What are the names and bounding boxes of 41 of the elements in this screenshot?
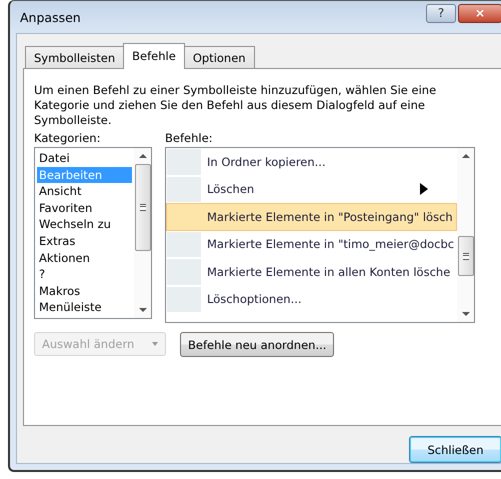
submenu-arrow-icon <box>420 183 428 196</box>
category-item[interactable]: Aktionen <box>37 250 132 266</box>
command-label: Markierte Elemente in "Posteingang" lösch <box>206 210 453 224</box>
category-item[interactable]: Makros <box>37 282 132 300</box>
category-item[interactable]: Extras <box>37 232 132 250</box>
commands-label: Befehle: <box>165 131 214 145</box>
grip-icon <box>462 252 468 260</box>
rearrange-commands-button[interactable]: Befehle neu anordnen... <box>180 332 334 357</box>
dropdown-arrow-icon <box>152 342 158 346</box>
command-label: Markierte Elemente in allen Konten lösche <box>206 264 450 279</box>
category-item[interactable]: ? <box>37 266 132 283</box>
category-item[interactable]: Menüleiste <box>37 299 132 316</box>
scrollbar[interactable] <box>457 148 474 322</box>
categories-label: Kategorien: <box>34 131 102 145</box>
command-label: Markierte Elemente in "timo_meier@docbc <box>206 237 454 252</box>
scroll-down-icon[interactable] <box>138 308 146 312</box>
command-label: Löschoptionen... <box>206 292 302 306</box>
command-item[interactable]: Löschen <box>166 176 457 203</box>
scroll-down-icon[interactable] <box>462 312 470 316</box>
help-button[interactable]: ? <box>426 4 456 22</box>
command-item[interactable]: Markierte Elemente in allen Konten lösche <box>166 258 457 286</box>
scrollbar[interactable] <box>134 148 151 318</box>
command-item[interactable]: Markierte Elemente in "timo_meier@docbc <box>166 230 457 258</box>
command-item[interactable]: In Ordner kopieren... <box>166 148 457 176</box>
description-text: Um einen Befehl zu einer Symbolleiste hinzuzufügen, wählen Sie eine Kategorie und ziehen Sie den Befehl aus diesem Dialogfeld auf eine Symbolleiste. <box>34 83 438 128</box>
grip-icon <box>140 204 146 211</box>
command-label: Löschen <box>206 182 254 196</box>
tab[interactable]: Symbolleisten <box>25 46 124 68</box>
category-item[interactable]: Wechseln zu <box>37 216 132 233</box>
command-label: In Ordner kopieren... <box>206 154 326 169</box>
category-item[interactable]: Datei <box>37 150 132 167</box>
tab[interactable]: Befehle <box>123 43 185 69</box>
scroll-up-icon[interactable] <box>138 154 146 158</box>
command-item[interactable]: Löschoptionen... <box>166 286 457 313</box>
scroll-up-icon[interactable] <box>462 154 470 158</box>
tab[interactable]: Optionen <box>184 46 255 68</box>
category-item[interactable]: Ansicht <box>37 183 132 200</box>
close-dialog-button[interactable]: Schließen <box>409 436 501 463</box>
category-item[interactable]: Favoriten <box>37 200 132 216</box>
command-item[interactable]: Markierte Elemente in "Posteingang" lösch <box>166 203 457 230</box>
window-title: Anpassen <box>20 10 81 24</box>
